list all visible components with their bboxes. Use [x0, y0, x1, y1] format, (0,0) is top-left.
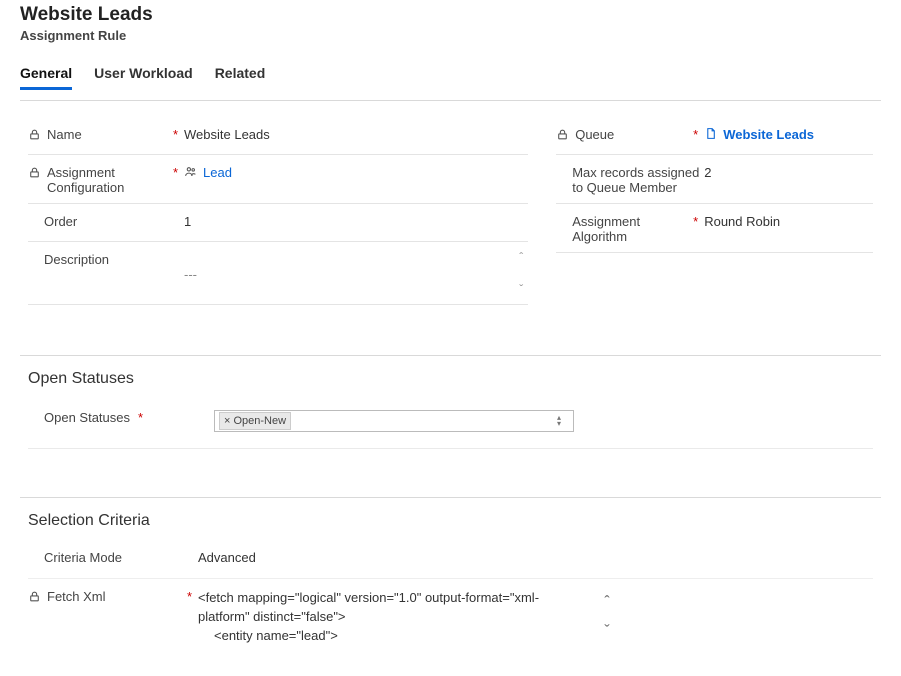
name-label: Name	[47, 127, 82, 142]
page-header: Website Leads Assignment Rule	[20, 4, 881, 43]
required-indicator: *	[173, 127, 178, 142]
required-indicator: *	[693, 127, 698, 142]
doc-icon	[704, 127, 717, 142]
open-statuses-label: Open Statuses	[44, 410, 130, 425]
fetch-xml-scroll[interactable]: ˆ ˇ	[600, 591, 614, 644]
name-value[interactable]: Website Leads	[184, 125, 528, 142]
max-records-value[interactable]: 2	[704, 163, 873, 180]
criteria-mode-value[interactable]: Advanced	[198, 548, 873, 565]
field-assignment-configuration: Assignment Configuration * Lead	[28, 155, 528, 204]
required-indicator: *	[173, 165, 178, 180]
tab-user-workload[interactable]: User Workload	[94, 61, 193, 90]
page-title: Website Leads	[20, 4, 881, 26]
queue-value[interactable]: Website Leads	[704, 125, 873, 142]
lock-icon	[556, 128, 569, 143]
required-indicator: *	[187, 589, 192, 604]
assignment-config-label: Assignment Configuration	[47, 165, 167, 195]
entity-name: Assignment Rule	[20, 28, 881, 43]
scroll-down-icon[interactable]: ˇ	[519, 282, 523, 296]
description-scroll[interactable]: ˆ ˇ	[514, 250, 528, 296]
criteria-mode-label: Criteria Mode	[44, 550, 122, 565]
open-statuses-title: Open Statuses	[28, 370, 873, 388]
field-name: Name * Website Leads	[28, 117, 528, 155]
fetch-xml-value[interactable]: <fetch mapping="logical" version="1.0" o…	[198, 589, 618, 646]
field-order: Order 1	[28, 204, 528, 242]
required-indicator: *	[138, 410, 143, 425]
tab-bar: General User Workload Related	[20, 61, 881, 90]
tab-related[interactable]: Related	[215, 61, 266, 90]
multiselect-spinner[interactable]: ▴ ▾	[557, 415, 569, 427]
algo-label: Assignment Algorithm	[572, 214, 687, 244]
field-description: Description --- ˆ ˇ	[28, 242, 528, 305]
field-assignment-algorithm: Assignment Algorithm * Round Robin	[556, 204, 873, 253]
order-value[interactable]: 1	[184, 212, 528, 229]
lock-icon	[28, 166, 41, 181]
selection-criteria-section: Selection Criteria Criteria Mode Advance…	[20, 497, 881, 676]
tab-general[interactable]: General	[20, 61, 72, 90]
chevron-down-icon[interactable]: ▾	[557, 421, 569, 427]
description-value[interactable]: --- ˆ ˇ	[184, 250, 528, 296]
queue-label: Queue	[575, 127, 614, 142]
order-label: Order	[44, 214, 77, 229]
lock-icon	[28, 590, 41, 605]
open-statuses-section: Open Statuses Open Statuses * × Open-New…	[20, 355, 881, 471]
lock-icon	[28, 128, 41, 143]
description-label: Description	[44, 252, 109, 267]
algo-value[interactable]: Round Robin	[704, 212, 873, 229]
required-indicator: *	[693, 214, 698, 229]
assignment-config-value[interactable]: Lead	[184, 163, 528, 180]
open-statuses-multiselect[interactable]: × Open-New ▴ ▾	[214, 410, 574, 432]
general-section: Name * Website Leads Assignment Configur…	[20, 100, 881, 329]
field-queue: Queue * Website Leads	[556, 117, 873, 155]
people-icon	[184, 165, 197, 180]
max-records-label: Max records assigned to Queue Member	[572, 165, 704, 195]
status-chip-open-new[interactable]: × Open-New	[219, 412, 291, 430]
scroll-up-icon[interactable]: ˆ	[604, 591, 609, 614]
scroll-up-icon[interactable]: ˆ	[519, 250, 523, 264]
field-max-records: Max records assigned to Queue Member 2	[556, 155, 873, 204]
selection-criteria-title: Selection Criteria	[28, 512, 873, 530]
fetch-xml-label: Fetch Xml	[47, 589, 106, 604]
scroll-down-icon[interactable]: ˇ	[604, 620, 609, 643]
